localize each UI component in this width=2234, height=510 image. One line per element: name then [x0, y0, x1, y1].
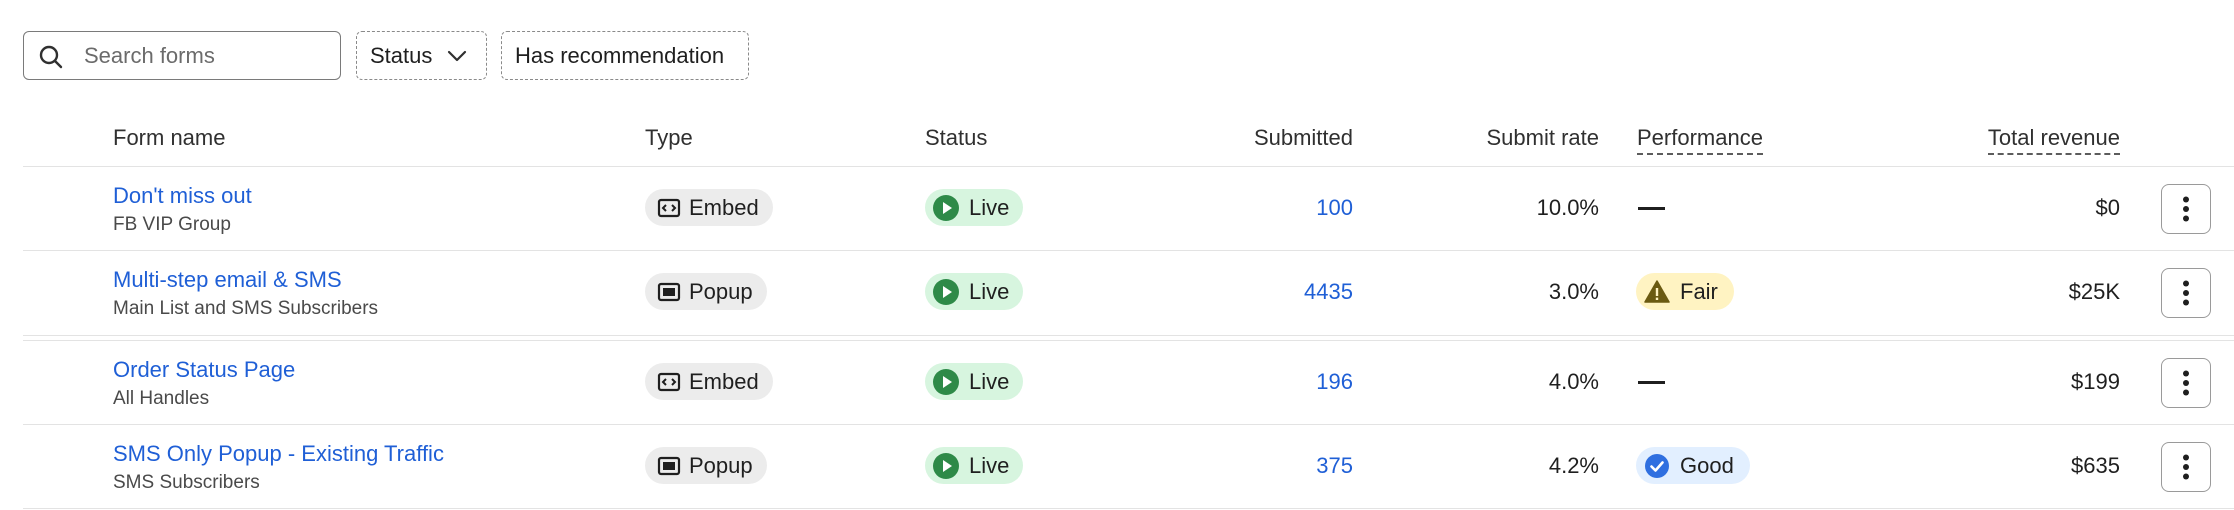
- performance-badge: Fair: [1636, 273, 1734, 310]
- search-box[interactable]: [23, 31, 341, 80]
- form-list-name: SMS Subscribers: [113, 472, 260, 493]
- submitted-count-link[interactable]: 100: [1316, 195, 1353, 221]
- submitted-count-link[interactable]: 375: [1316, 453, 1353, 479]
- more-vertical-icon: [2183, 196, 2189, 222]
- check-circle-icon: [1645, 453, 1669, 478]
- type-label: Embed: [689, 368, 759, 394]
- status-label: Live: [969, 368, 1010, 394]
- chevron-down-icon: [448, 50, 467, 61]
- form-list-name: FB VIP Group: [113, 214, 231, 235]
- form-name-link[interactable]: SMS Only Popup - Existing Traffic: [113, 441, 444, 467]
- status-badge: Live: [925, 447, 1024, 484]
- header-form-name[interactable]: Form name: [113, 125, 225, 151]
- type-badge: Embed: [645, 363, 773, 400]
- popup-icon: [657, 456, 681, 475]
- submitted-count-link[interactable]: 196: [1316, 369, 1353, 395]
- more-vertical-icon: [2183, 370, 2189, 396]
- form-list-name: Main List and SMS Subscribers: [113, 298, 379, 319]
- type-label: Embed: [689, 194, 759, 220]
- embed-icon: [657, 198, 681, 217]
- form-name-link[interactable]: Multi-step email & SMS: [113, 267, 342, 293]
- performance-label: Fair: [1680, 278, 1718, 304]
- form-list-name: All Handles: [113, 388, 210, 409]
- has-recommendation-filter-button[interactable]: Has recommendation: [501, 31, 749, 80]
- submit-rate: 4.2%: [1548, 453, 1599, 478]
- type-label: Popup: [689, 452, 753, 478]
- play-icon: [933, 194, 959, 221]
- embed-icon: [657, 372, 681, 391]
- table-row[interactable]: Order Status Page All Handles Embed Live…: [0, 341, 2234, 425]
- forms-page: Status Has recommendation Form name Type…: [0, 0, 2234, 510]
- has-recommendation-label: Has recommendation: [515, 42, 725, 68]
- play-icon: [933, 452, 959, 479]
- status-label: Live: [969, 278, 1010, 304]
- form-name-link[interactable]: Don't miss out: [113, 183, 252, 209]
- type-badge: Popup: [645, 447, 767, 484]
- table-row[interactable]: Don't miss out FB VIP Group Embed Live 1…: [0, 167, 2234, 251]
- performance-badge: Good: [1636, 447, 1750, 484]
- row-actions-button[interactable]: [2161, 358, 2211, 408]
- header-total-revenue[interactable]: Total revenue: [1987, 125, 2120, 155]
- row-actions-button[interactable]: [2161, 442, 2211, 492]
- divider: [23, 508, 2234, 509]
- status-label: Live: [969, 194, 1010, 220]
- search-input[interactable]: [82, 32, 336, 80]
- performance-label: Good: [1680, 452, 1734, 478]
- performance-empty-dash: [1638, 381, 1665, 384]
- warning-icon: [1644, 279, 1670, 303]
- submit-rate: 4.0%: [1548, 369, 1599, 394]
- submit-rate: 10.0%: [1536, 195, 1599, 220]
- table-row[interactable]: SMS Only Popup - Existing Traffic SMS Su…: [0, 425, 2234, 509]
- row-actions-button[interactable]: [2161, 184, 2211, 234]
- status-label: Live: [969, 452, 1010, 478]
- header-submit-rate[interactable]: Submit rate: [1487, 125, 1600, 151]
- popup-icon: [657, 282, 681, 301]
- header-type[interactable]: Type: [645, 125, 693, 151]
- status-badge: Live: [925, 363, 1024, 400]
- row-actions-button[interactable]: [2161, 268, 2211, 318]
- total-revenue: $199: [2071, 369, 2120, 394]
- submitted-count-link[interactable]: 4435: [1304, 279, 1353, 305]
- more-vertical-icon: [2183, 280, 2189, 306]
- play-icon: [933, 368, 959, 395]
- header-status[interactable]: Status: [925, 125, 987, 151]
- type-label: Popup: [689, 278, 753, 304]
- divider: [23, 335, 2234, 336]
- type-badge: Embed: [645, 189, 773, 226]
- status-badge: Live: [925, 273, 1024, 310]
- submit-rate: 3.0%: [1548, 279, 1599, 304]
- form-name-link[interactable]: Order Status Page: [113, 357, 295, 383]
- search-icon: [39, 45, 63, 69]
- type-badge: Popup: [645, 273, 767, 310]
- total-revenue: $635: [2071, 453, 2120, 478]
- table-row[interactable]: Multi-step email & SMS Main List and SMS…: [0, 251, 2234, 335]
- header-performance[interactable]: Performance: [1637, 125, 1763, 155]
- status-badge: Live: [925, 189, 1024, 226]
- status-filter-button[interactable]: Status: [356, 31, 487, 80]
- performance-empty-dash: [1638, 207, 1665, 210]
- status-filter-label: Status: [370, 42, 433, 68]
- play-icon: [933, 278, 959, 305]
- more-vertical-icon: [2183, 454, 2189, 480]
- header-submitted[interactable]: Submitted: [1254, 125, 1353, 151]
- total-revenue: $0: [2095, 195, 2120, 220]
- total-revenue: $25K: [2068, 279, 2120, 304]
